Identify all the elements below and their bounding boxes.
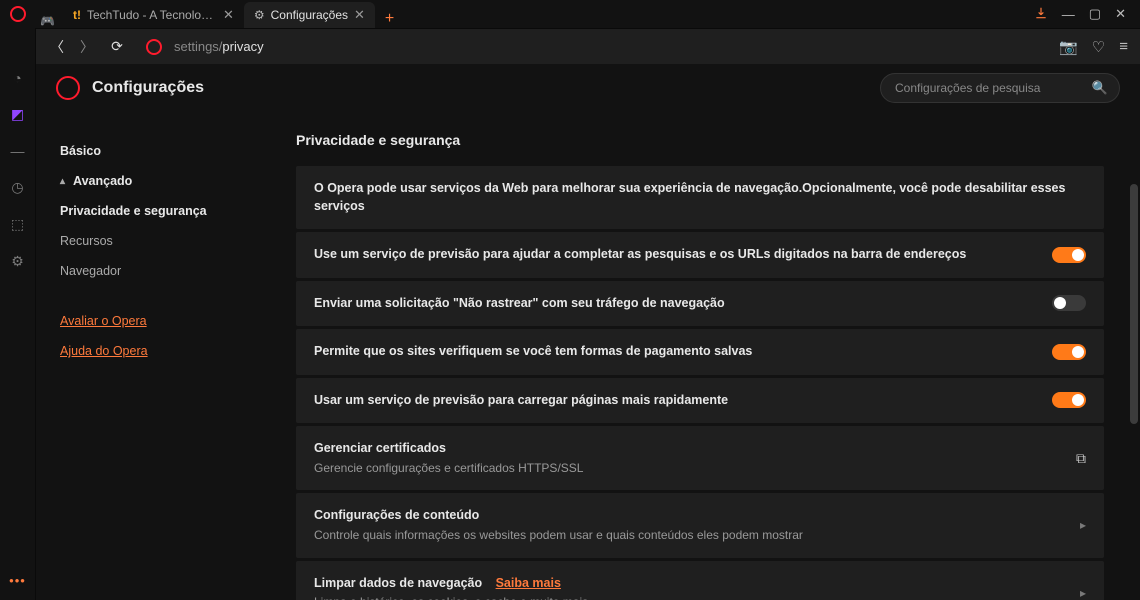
heart-icon[interactable]: ♡	[1092, 38, 1105, 56]
row-label: Enviar uma solicitação "Não rastrear" co…	[314, 295, 1036, 313]
new-tab-button[interactable]: +	[375, 10, 404, 28]
settings-body: Básico ▴ Avançado Privacidade e seguranç…	[36, 112, 1140, 600]
opera-menu-button[interactable]	[0, 0, 36, 28]
settings-header: Configurações 🔍	[36, 64, 1140, 112]
tab-title: Configurações	[271, 8, 348, 22]
settings-icon[interactable]: ⚙	[11, 253, 24, 270]
forward-button[interactable]: 〉	[78, 37, 96, 57]
section-heading: Privacidade e segurança	[296, 132, 1104, 148]
intro-card: O Opera pode usar serviços da Web para m…	[296, 166, 1104, 229]
external-link-icon[interactable]: ⧉	[1076, 450, 1086, 467]
close-icon[interactable]: ✕	[223, 7, 234, 23]
downloads-icon[interactable]	[1034, 6, 1048, 23]
row-do-not-track[interactable]: Enviar uma solicitação "Não rastrear" co…	[296, 281, 1104, 327]
close-window-button[interactable]: ✕	[1115, 6, 1126, 22]
minimize-button[interactable]: —	[1062, 7, 1075, 22]
sidebar-item-navegador[interactable]: Navegador	[60, 256, 256, 286]
row-sublabel: Controle quais informações os websites p…	[314, 527, 1064, 544]
row-clear-browsing-data[interactable]: Limpar dados de navegação Saiba mais Lim…	[296, 561, 1104, 600]
sidebar-item-label: Avançado	[73, 174, 132, 188]
settings-search-wrap: 🔍	[880, 73, 1120, 103]
window-controls: — ▢ ✕	[1020, 6, 1140, 23]
opera-logo-icon	[56, 76, 80, 100]
gear-icon: ⚙	[254, 8, 265, 22]
url-prefix: settings/	[174, 39, 222, 54]
row-certificates[interactable]: Gerenciar certificados Gerencie configur…	[296, 426, 1104, 490]
row-label: Gerenciar certificados	[314, 440, 1060, 458]
sidebar-item-privacidade[interactable]: Privacidade e segurança	[60, 196, 256, 226]
more-sidebar-button[interactable]: •••	[9, 573, 26, 588]
settings-logo: Configurações	[56, 76, 204, 100]
row-label: Limpar dados de navegação Saiba mais	[314, 575, 1064, 593]
tab-title: TechTudo - A Tecnologia D	[87, 8, 217, 22]
toggle-dnt[interactable]	[1052, 295, 1086, 311]
opera-icon	[10, 6, 26, 22]
speed-dial-icon[interactable]: ◔	[13, 70, 21, 86]
row-content-settings[interactable]: Configurações de conteúdo Controle quais…	[296, 493, 1104, 557]
settings-sidebar: Básico ▴ Avançado Privacidade e seguranç…	[36, 112, 256, 600]
history-icon[interactable]: ◷	[11, 179, 23, 196]
intro-text: O Opera pode usar serviços da Web para m…	[314, 180, 1086, 215]
settings-title: Configurações	[92, 79, 204, 97]
maximize-button[interactable]: ▢	[1089, 6, 1101, 22]
easy-setup-icon[interactable]: ≡	[1119, 38, 1128, 55]
sidebar-link-ajuda[interactable]: Ajuda do Opera	[60, 336, 256, 366]
chevron-right-icon[interactable]: ▸	[1080, 586, 1086, 600]
left-rail: ◔ ◩ — ◷ ⬚ ⚙ •••	[0, 28, 36, 600]
scrollbar-thumb[interactable]	[1130, 184, 1138, 424]
sidebar-sublist: Privacidade e segurança Recursos Navegad…	[60, 196, 256, 286]
row-sublabel: Limpa o histórico, os cookies, o cache e…	[314, 594, 1064, 600]
tab-bar: 🎮 t! TechTudo - A Tecnologia D ✕ ⚙ Confi…	[40, 0, 1020, 28]
row-label-text: Limpar dados de navegação	[314, 576, 482, 590]
gx-indicator-icon[interactable]: 🎮	[40, 14, 55, 28]
row-prefetch[interactable]: Usar um serviço de previsão para carrega…	[296, 378, 1104, 424]
sidebar-item-avancado[interactable]: ▴ Avançado	[60, 166, 256, 196]
url-path: privacy	[222, 39, 263, 54]
sidebar-item-recursos[interactable]: Recursos	[60, 226, 256, 256]
titlebar: 🎮 t! TechTudo - A Tecnologia D ✕ ⚙ Confi…	[0, 0, 1140, 28]
close-icon[interactable]: ✕	[354, 7, 365, 23]
settings-search-input[interactable]	[880, 73, 1120, 103]
settings-page: Configurações 🔍 Básico ▴ Avançado Privac…	[36, 64, 1140, 600]
row-label: Use um serviço de previsão para ajudar a…	[314, 246, 1036, 264]
learn-more-link[interactable]: Saiba mais	[496, 576, 561, 590]
address-right-controls: 📷 ♡ ≡	[1059, 38, 1128, 56]
sidebar-item-basico[interactable]: Básico	[60, 136, 256, 166]
settings-main[interactable]: Privacidade e segurança O Opera pode usa…	[256, 112, 1140, 600]
url-display[interactable]: settings/privacy	[174, 39, 264, 54]
toggle-prefetch[interactable]	[1052, 392, 1086, 408]
toggle-predict[interactable]	[1052, 247, 1086, 263]
row-label: Permite que os sites verifiquem se você …	[314, 343, 1036, 361]
separator-icon: —	[11, 143, 25, 159]
row-prediction-service[interactable]: Use um serviço de previsão para ajudar a…	[296, 232, 1104, 278]
techtudo-favicon-icon: t!	[73, 8, 81, 22]
row-label: Usar um serviço de previsão para carrega…	[314, 392, 1036, 410]
twitch-icon[interactable]: ◩	[11, 106, 24, 123]
row-payment-check[interactable]: Permite que os sites verifiquem se você …	[296, 329, 1104, 375]
back-button[interactable]: 〈	[48, 37, 66, 57]
extensions-icon[interactable]: ⬚	[11, 216, 24, 233]
row-sublabel: Gerencie configurações e certificados HT…	[314, 460, 1060, 477]
toggle-payment[interactable]	[1052, 344, 1086, 360]
snapshot-icon[interactable]: 📷	[1059, 38, 1078, 56]
search-icon[interactable]: 🔍	[1092, 80, 1108, 96]
chevron-up-icon: ▴	[60, 176, 65, 187]
reload-button[interactable]: ⟳	[108, 38, 126, 55]
chevron-right-icon[interactable]: ▸	[1080, 518, 1086, 532]
tab-configuracoes[interactable]: ⚙ Configurações ✕	[244, 2, 375, 28]
tab-techtudo[interactable]: t! TechTudo - A Tecnologia D ✕	[63, 2, 244, 28]
sidebar-link-avaliar[interactable]: Avaliar o Opera	[60, 306, 256, 336]
address-bar: 〈 〉 ⟳ settings/privacy 📷 ♡ ≡	[36, 28, 1140, 64]
row-label: Configurações de conteúdo	[314, 507, 1064, 525]
opera-page-icon	[146, 39, 162, 55]
card-stack: O Opera pode usar serviços da Web para m…	[296, 166, 1104, 600]
